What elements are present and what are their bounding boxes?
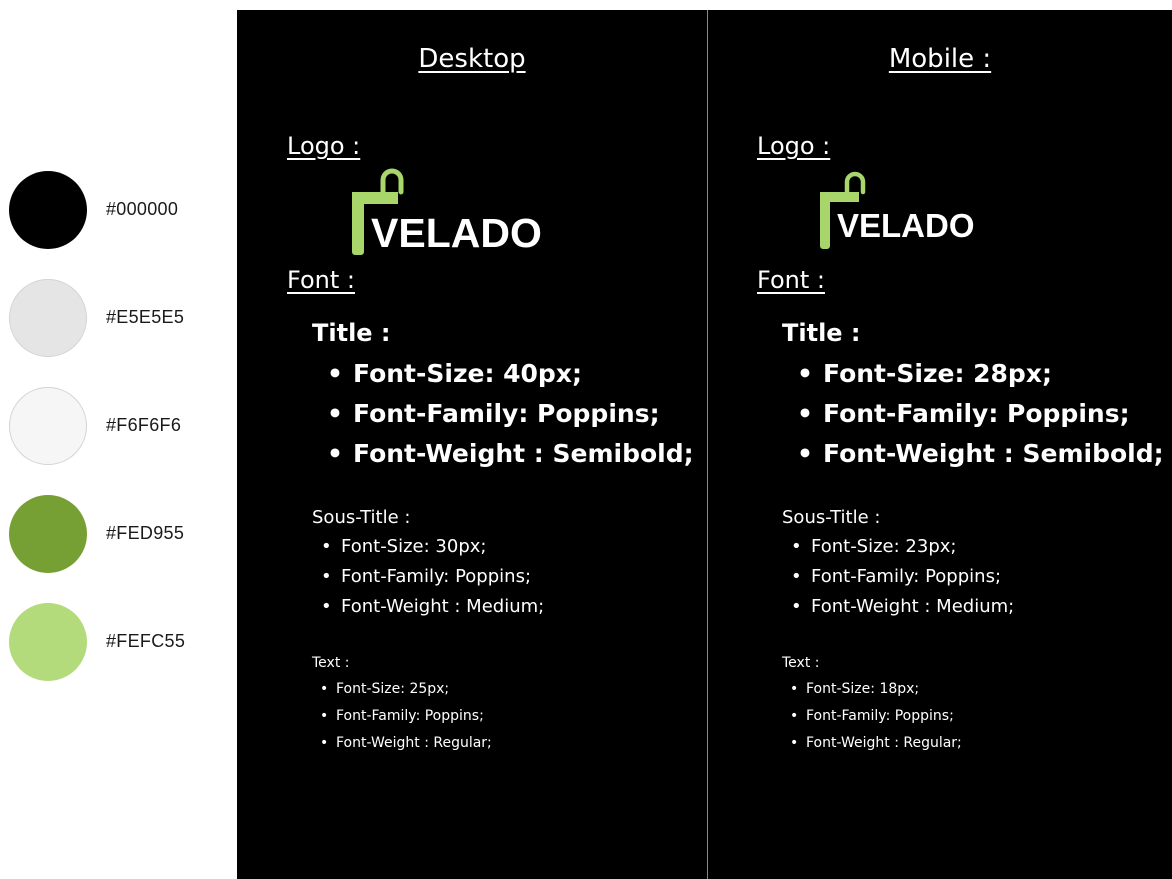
title-style-list: Font-Size: 40px; Font-Family: Poppins; F… [327,354,694,474]
color-hex-label: #F6F6F6 [106,415,182,435]
logo-label: Logo : [757,132,831,160]
title-style-label: Title : [312,319,391,347]
style-guide-panel: Desktop Logo : VELADO Font : Title : Fon… [237,10,1172,879]
swatch-row: #FED955 [9,495,209,575]
text-style-label: Text : [782,655,820,671]
swatch-row: #F6F6F6 [9,387,209,467]
desktop-heading: Desktop [418,44,526,74]
text-style-list: Font-Size: 25px; Font-Family: Poppins; F… [320,676,492,757]
swatch-row: #FEFC55 [9,603,209,683]
sous-title-font-weight: Font-Weight : Medium; [321,592,544,622]
title-font-weight: Font-Weight : Semibold; [797,434,1164,474]
text-style-label: Text : [312,655,350,671]
title-style-label: Title : [782,319,861,347]
text-font-family: Font-Family: Poppins; [790,703,962,730]
title-font-size: Font-Size: 28px; [797,354,1164,394]
swatch-row: #000000 [9,171,209,251]
sous-title-style-list: Font-Size: 23px; Font-Family: Poppins; F… [791,532,1014,622]
velado-logo: VELADO [352,168,542,256]
shopping-bag-icon [380,168,404,195]
text-style-list: Font-Size: 18px; Font-Family: Poppins; F… [790,676,962,757]
title-font-size: Font-Size: 40px; [327,354,694,394]
color-swatch [9,279,87,357]
text-font-weight: Font-Weight : Regular; [790,730,962,757]
logo-wordmark: VELADO [371,210,542,256]
velado-logo: VELADO [820,171,975,249]
mobile-column: Mobile : Logo : VELADO Font : Title : Fo… [708,10,1172,879]
sous-title-font-size: Font-Size: 23px; [791,532,1014,562]
text-font-size: Font-Size: 25px; [320,676,492,703]
title-font-family: Font-Family: Poppins; [797,394,1164,434]
title-font-family: Font-Family: Poppins; [327,394,694,434]
title-style-list: Font-Size: 28px; Font-Family: Poppins; F… [797,354,1164,474]
color-hex-label: #FED955 [106,523,185,543]
text-font-size: Font-Size: 18px; [790,676,962,703]
color-hex-label: #FEFC55 [106,631,186,651]
font-label: Font : [757,266,825,294]
shopping-bag-icon [844,171,866,195]
font-label: Font : [287,266,355,294]
color-hex-label: #000000 [106,199,179,219]
desktop-column: Desktop Logo : VELADO Font : Title : Fon… [237,10,707,879]
logo-wordmark: VELADO [837,207,975,244]
color-swatch [9,603,87,681]
color-hex-label: #E5E5E5 [106,307,185,327]
color-swatch [9,495,87,573]
color-swatch [9,387,87,465]
swatch-row: #E5E5E5 [9,279,209,359]
text-font-weight: Font-Weight : Regular; [320,730,492,757]
sous-title-style-list: Font-Size: 30px; Font-Family: Poppins; F… [321,532,544,622]
color-swatch [9,171,87,249]
sous-title-font-weight: Font-Weight : Medium; [791,592,1014,622]
sous-title-style-label: Sous-Title : [312,507,411,528]
sous-title-font-family: Font-Family: Poppins; [791,562,1014,592]
title-font-weight: Font-Weight : Semibold; [327,434,694,474]
sous-title-font-size: Font-Size: 30px; [321,532,544,562]
mobile-heading: Mobile : [888,44,992,74]
sous-title-font-family: Font-Family: Poppins; [321,562,544,592]
logo-label: Logo : [287,132,361,160]
sous-title-style-label: Sous-Title : [782,507,881,528]
text-font-family: Font-Family: Poppins; [320,703,492,730]
